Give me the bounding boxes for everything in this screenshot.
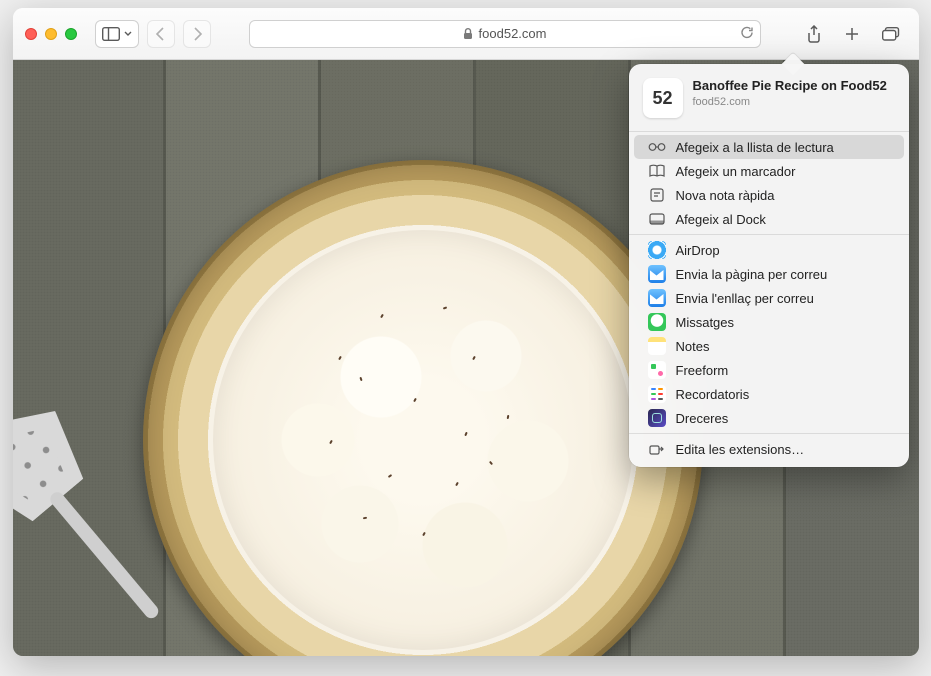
share-item-dreceres[interactable]: Dreceres [634, 406, 904, 430]
share-item-freeform[interactable]: Freeform [634, 358, 904, 382]
window-controls [25, 28, 77, 40]
app-freeform [648, 361, 666, 379]
share-item-label: Afegeix a la llista de lectura [676, 140, 834, 155]
share-item-edita-les-extensions[interactable]: Edita les extensions… [634, 437, 904, 461]
glasses-icon [648, 138, 666, 156]
minimize-window-button[interactable] [45, 28, 57, 40]
share-icon [806, 25, 822, 43]
reload-button[interactable] [740, 25, 754, 42]
share-item-airdrop[interactable]: AirDrop [634, 238, 904, 262]
app-shortcuts [648, 409, 666, 427]
chevron-left-icon [155, 27, 167, 41]
close-window-button[interactable] [25, 28, 37, 40]
forward-button[interactable] [183, 20, 211, 48]
safari-window: food52.com [13, 8, 919, 656]
share-item-afegeix-al-dock[interactable]: Afegeix al Dock [634, 207, 904, 231]
share-item-afegeix-un-marcador[interactable]: Afegeix un marcador [634, 159, 904, 183]
dock-icon [648, 210, 666, 228]
share-item-label: Missatges [676, 315, 735, 330]
chevron-right-icon [191, 27, 203, 41]
whipped-cream [213, 230, 633, 650]
app-mail [648, 289, 666, 307]
share-item-envia-la-p-gina-per-correu[interactable]: Envia la pàgina per correu [634, 262, 904, 286]
share-item-label: Recordatoris [676, 387, 750, 402]
reload-icon [740, 25, 754, 39]
share-item-label: Envia la pàgina per correu [676, 267, 828, 282]
share-item-label: Envia l'enllaç per correu [676, 291, 814, 306]
share-item-envia-l-enlla-per-correu[interactable]: Envia l'enllaç per correu [634, 286, 904, 310]
share-title: Banoffee Pie Recipe on Food52 [693, 78, 887, 94]
share-item-label: Dreceres [676, 411, 729, 426]
extensions-icon [648, 440, 666, 458]
note-icon [648, 186, 666, 204]
share-button[interactable] [799, 20, 829, 48]
share-item-nova-nota-r-pida[interactable]: Nova nota ràpida [634, 183, 904, 207]
tabs-icon [882, 27, 900, 41]
app-airdrop [648, 241, 666, 259]
chevron-down-icon [124, 30, 132, 38]
share-subtitle: food52.com [693, 96, 887, 108]
share-item-label: Freeform [676, 363, 729, 378]
share-item-label: Afegeix un marcador [676, 164, 796, 179]
share-item-label: AirDrop [676, 243, 720, 258]
site-favicon: 52 [643, 78, 683, 118]
plus-icon [844, 26, 860, 42]
sidebar-toggle-button[interactable] [95, 20, 139, 48]
app-mail [648, 265, 666, 283]
back-button[interactable] [147, 20, 175, 48]
lock-icon [463, 28, 473, 40]
book-icon [648, 162, 666, 180]
address-bar[interactable]: food52.com [249, 20, 761, 48]
new-tab-button[interactable] [837, 20, 867, 48]
share-item-label: Notes [676, 339, 710, 354]
tab-overview-button[interactable] [875, 20, 907, 48]
share-item-label: Afegeix al Dock [676, 212, 766, 227]
share-item-label: Nova nota ràpida [676, 188, 775, 203]
share-item-afegeix-a-la-llista-de-lectura[interactable]: Afegeix a la llista de lectura [634, 135, 904, 159]
browser-toolbar: food52.com [13, 8, 919, 60]
app-notes [648, 337, 666, 355]
share-item-label: Edita les extensions… [676, 442, 805, 457]
share-item-missatges[interactable]: Missatges [634, 310, 904, 334]
url-text: food52.com [479, 26, 547, 41]
share-popover: 52 Banoffee Pie Recipe on Food52 food52.… [629, 64, 909, 467]
zoom-window-button[interactable] [65, 28, 77, 40]
share-header: 52 Banoffee Pie Recipe on Food52 food52.… [629, 74, 909, 128]
share-item-notes[interactable]: Notes [634, 334, 904, 358]
share-item-recordatoris[interactable]: Recordatoris [634, 382, 904, 406]
app-reminders [648, 385, 666, 403]
app-messages [648, 313, 666, 331]
